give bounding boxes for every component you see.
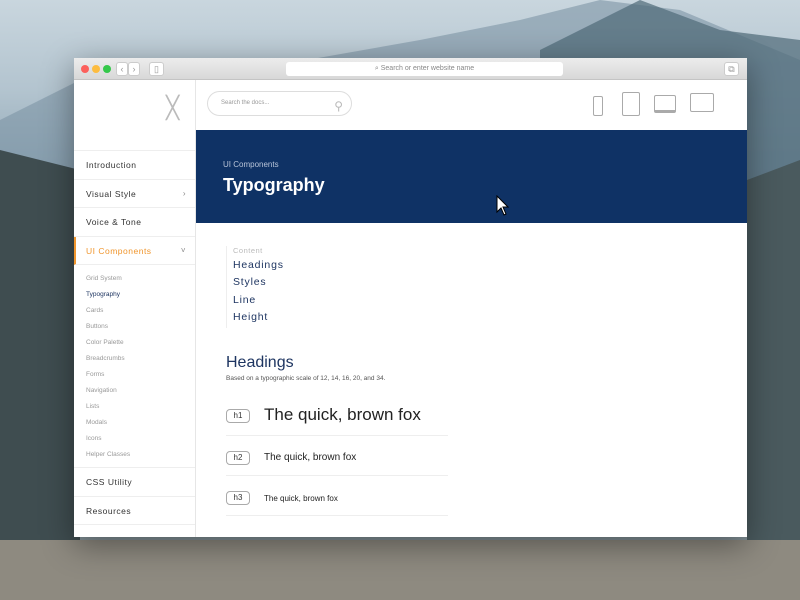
- sidebar-item-css-utility[interactable]: CSS Utility: [74, 468, 195, 497]
- sidebar-subitem[interactable]: Color Palette: [74, 335, 195, 351]
- sidebar-item-ui-components[interactable]: UI Components ˅: [74, 236, 195, 265]
- tag-badge: h1: [226, 409, 250, 423]
- sidebar-item-visual-style[interactable]: Visual Style ›: [74, 180, 195, 208]
- toc-link[interactable]: Line: [233, 294, 284, 311]
- sidebar-item-label: UI Components: [86, 245, 152, 256]
- sidebar-subitem[interactable]: Navigation: [74, 383, 195, 399]
- search-input[interactable]: Search the docs... ⚲: [207, 91, 352, 116]
- sidebar-item-resources[interactable]: Resources: [74, 497, 195, 525]
- chevron-right-icon: ›: [182, 188, 186, 198]
- heading-sample-row: h1 The quick, brown fox: [226, 396, 448, 436]
- phone-view-icon[interactable]: [593, 96, 603, 116]
- browser-window: ‹ › ▯ ⌕ Search or enter website name ⧉ ╳…: [74, 58, 747, 537]
- sidebar-item-label: Introduction: [86, 160, 137, 170]
- sidebar-item-label: Resources: [86, 505, 132, 516]
- forward-button[interactable]: ›: [128, 62, 140, 76]
- toc-link[interactable]: Height: [233, 311, 284, 328]
- close-icon[interactable]: ╳: [166, 95, 179, 121]
- page-title: Typography: [223, 175, 325, 195]
- search-placeholder: Search the docs...: [221, 100, 270, 106]
- address-bar[interactable]: ⌕ Search or enter website name: [286, 62, 563, 76]
- desktop-view-icon[interactable]: [690, 93, 714, 112]
- section-title: Headings: [226, 354, 294, 371]
- sidebar-subitem[interactable]: Lists: [74, 399, 195, 415]
- chevron-down-icon: ˅: [180, 245, 186, 255]
- heading-sample: The quick, brown fox: [264, 494, 338, 503]
- sidebar-submenu: Grid System Typography Cards Buttons Col…: [74, 265, 195, 468]
- sidebar-subitem[interactable]: Grid System: [74, 271, 195, 287]
- close-window-button[interactable]: [81, 65, 89, 73]
- tablet-view-icon[interactable]: [622, 92, 640, 116]
- browser-toolbar: ‹ › ▯ ⌕ Search or enter website name ⧉: [74, 58, 747, 80]
- toc-link[interactable]: Headings: [233, 259, 284, 276]
- heading-sample: The quick, brown fox: [264, 405, 421, 424]
- sidebar-subitem[interactable]: Buttons: [74, 319, 195, 335]
- mouse-cursor-icon: [496, 195, 510, 216]
- heading-sample-row: h2 The quick, brown fox: [226, 436, 448, 476]
- minimize-window-button[interactable]: [92, 65, 100, 73]
- heading-sample: The quick, brown fox: [264, 452, 357, 463]
- maximize-window-button[interactable]: [103, 65, 111, 73]
- tag-badge: h3: [226, 491, 250, 505]
- table-of-contents: Content Headings Styles Line Height: [226, 246, 284, 329]
- toc-link[interactable]: Styles: [233, 276, 284, 293]
- sidebar-item-label: Voice & Tone: [86, 217, 142, 227]
- sidebar: ╳ Introduction Visual Style › Voice & Ton…: [74, 80, 196, 537]
- sidebar-item-introduction[interactable]: Introduction: [74, 151, 195, 180]
- laptop-view-icon[interactable]: [654, 95, 676, 113]
- tag-badge: h2: [226, 451, 250, 465]
- search-icon: ⚲: [334, 99, 343, 113]
- page-banner: UI Components Typography: [196, 130, 747, 223]
- header: Search the docs... ⚲: [196, 80, 747, 130]
- sidebar-subitem-active[interactable]: Typography: [74, 287, 195, 303]
- sidebar-subitem[interactable]: Forms: [74, 367, 195, 383]
- address-placeholder: Search or enter website name: [380, 65, 475, 72]
- back-button[interactable]: ‹: [116, 62, 128, 76]
- sidebar-item-label: Visual Style: [86, 188, 137, 199]
- sidebar-subitem[interactable]: Modals: [74, 415, 195, 431]
- sidebar-subitem[interactable]: Breadcrumbs: [74, 351, 195, 367]
- breadcrumb[interactable]: UI Components: [223, 160, 279, 169]
- sidebar-subitem[interactable]: Cards: [74, 303, 195, 319]
- sidebar-toggle-icon[interactable]: ▯: [149, 62, 164, 76]
- tabs-icon[interactable]: ⧉: [724, 62, 739, 76]
- toc-label: Content: [233, 246, 263, 255]
- sidebar-subitem[interactable]: Icons: [74, 431, 195, 447]
- heading-sample-row: h3 The quick, brown fox: [226, 476, 448, 516]
- sidebar-subitem[interactable]: Helper Classes: [74, 447, 195, 463]
- sidebar-item-voice-tone[interactable]: Voice & Tone: [74, 208, 195, 237]
- sidebar-item-label: CSS Utility: [86, 477, 133, 487]
- section-description: Based on a typographic scale of 12, 14, …: [226, 375, 386, 382]
